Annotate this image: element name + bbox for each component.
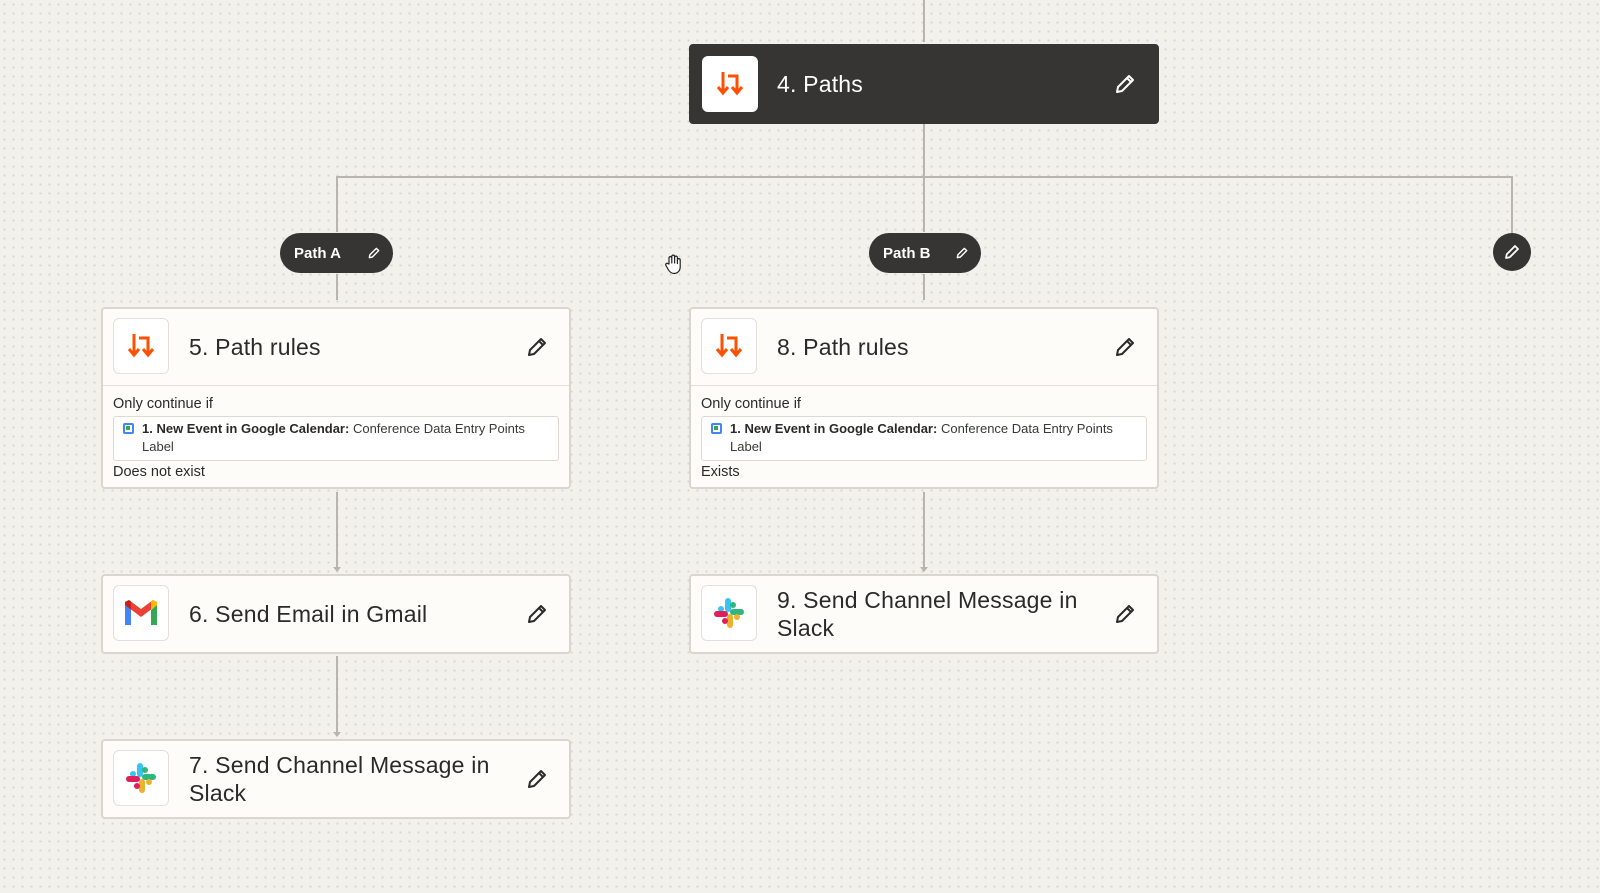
edit-pencil-icon[interactable] bbox=[1111, 70, 1139, 98]
path-b-label: Path B bbox=[883, 244, 931, 262]
paths-icon bbox=[702, 56, 758, 112]
rule-field-sub: Label bbox=[142, 439, 174, 454]
path-a-rules-title: 5. Path rules bbox=[189, 334, 321, 360]
edit-pencil-icon[interactable] bbox=[365, 244, 383, 262]
paths-step-title: 4. Paths bbox=[777, 71, 863, 97]
slack-icon bbox=[113, 750, 169, 806]
connector-arrow bbox=[333, 567, 341, 572]
path-a-rules-body: Only continue if 1. New Event in Google … bbox=[103, 385, 569, 488]
rule-field-sub: Label bbox=[730, 439, 762, 454]
rule-field-app: 1. New Event in Google Calendar: bbox=[142, 421, 350, 436]
google-calendar-icon bbox=[123, 423, 134, 434]
connector-to-path-b bbox=[923, 176, 925, 232]
gmail-step-card[interactable]: 6. Send Email in Gmail bbox=[101, 574, 571, 654]
edit-pencil-icon[interactable] bbox=[523, 333, 551, 361]
rule-field[interactable]: 1. New Event in Google Calendar: Confere… bbox=[113, 416, 559, 461]
rule-field[interactable]: 1. New Event in Google Calendar: Confere… bbox=[701, 416, 1147, 461]
edit-pencil-icon[interactable] bbox=[953, 244, 971, 262]
path-b-rules-card[interactable]: 8. Path rules Only continue if 1. New Ev… bbox=[689, 307, 1159, 489]
connector-arrow bbox=[920, 567, 928, 572]
path-b-pill[interactable]: Path B bbox=[869, 233, 981, 273]
rule-intro: Only continue if bbox=[113, 396, 213, 412]
edit-pencil-icon[interactable] bbox=[1111, 333, 1139, 361]
paths-icon bbox=[113, 318, 169, 374]
connector-top bbox=[923, 0, 925, 42]
slack-icon bbox=[701, 585, 757, 641]
connector-arrow bbox=[333, 732, 341, 737]
edit-pencil-icon[interactable] bbox=[1111, 600, 1139, 628]
path-a-label: Path A bbox=[294, 244, 341, 262]
paths-step-card[interactable]: 4. Paths bbox=[689, 44, 1159, 124]
path-b-rules-title: 8. Path rules bbox=[777, 334, 909, 360]
slack-step-card-b[interactable]: 9. Send Channel Message in Slack bbox=[689, 574, 1159, 654]
path-a-pill[interactable]: Path A bbox=[280, 233, 393, 273]
path-b-rules-body: Only continue if 1. New Event in Google … bbox=[691, 385, 1157, 488]
connector-to-new-path bbox=[1511, 176, 1513, 233]
hand-cursor-icon bbox=[662, 252, 686, 276]
edit-pencil-icon[interactable] bbox=[523, 600, 551, 628]
new-path-edit-button[interactable] bbox=[1493, 233, 1531, 271]
paths-icon bbox=[701, 318, 757, 374]
google-calendar-icon bbox=[711, 423, 722, 434]
connector-rules-b-to-slack bbox=[923, 492, 925, 568]
rule-operator: Does not exist bbox=[113, 464, 205, 480]
slack-step-title-a: 7. Send Channel Message in Slack bbox=[189, 752, 490, 806]
connector-to-path-a bbox=[336, 176, 338, 232]
connector-path-b-to-rules bbox=[923, 274, 925, 300]
path-a-rules-card[interactable]: 5. Path rules Only continue if 1. New Ev… bbox=[101, 307, 571, 489]
connector-gmail-to-slack bbox=[336, 656, 338, 733]
rule-intro: Only continue if bbox=[701, 396, 801, 412]
gmail-step-title: 6. Send Email in Gmail bbox=[189, 601, 428, 627]
rule-field-app: 1. New Event in Google Calendar: bbox=[730, 421, 938, 436]
connector-paths-down bbox=[923, 124, 925, 178]
rule-field-name: Conference Data Entry Points bbox=[352, 421, 525, 436]
connector-path-a-to-rules bbox=[336, 274, 338, 300]
slack-step-title-b: 9. Send Channel Message in Slack bbox=[777, 587, 1078, 641]
rule-field-name: Conference Data Entry Points bbox=[940, 421, 1113, 436]
slack-step-card-a[interactable]: 7. Send Channel Message in Slack bbox=[101, 739, 571, 819]
edit-pencil-icon[interactable] bbox=[523, 765, 551, 793]
connector-rules-a-to-gmail bbox=[336, 492, 338, 568]
rule-operator: Exists bbox=[701, 464, 740, 480]
gmail-icon bbox=[113, 585, 169, 641]
